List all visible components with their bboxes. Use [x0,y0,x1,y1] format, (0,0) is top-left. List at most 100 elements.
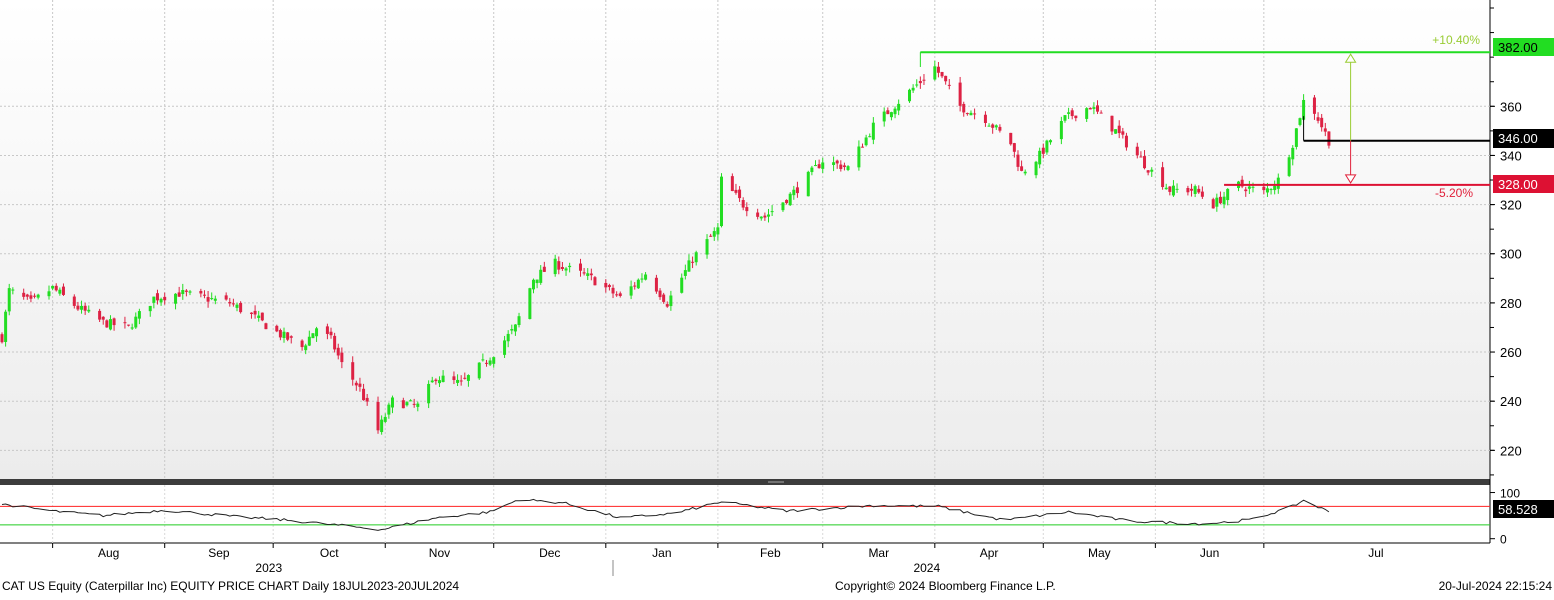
candle-down [1117,125,1121,134]
candle-up [427,383,431,404]
candle-up [705,239,709,255]
candle-up [7,288,11,312]
candle-down [1316,117,1320,121]
candle-down [785,199,789,204]
candle-up [174,293,178,304]
candle-down [1099,112,1103,114]
candle-up [11,289,15,291]
candle-up [235,304,239,308]
candle-up [868,136,872,138]
month-label: Feb [760,546,781,560]
candle-down [83,305,87,311]
candle-down [376,401,380,431]
candle-up [889,112,893,118]
candle-down [1197,188,1201,193]
candle-down [615,294,619,296]
month-label: Aug [98,546,119,560]
candle-up [640,278,644,280]
candle-up [553,258,557,275]
candle-down [362,388,366,401]
candle-up [1222,196,1226,205]
candle-down [633,285,637,287]
candle-down [734,189,738,193]
candle-up [814,165,818,167]
candle-up [492,357,496,364]
candle-down [998,126,1002,131]
candle-up [680,277,684,293]
candle-down [202,294,206,296]
candle-down [199,290,203,294]
candle-up [1171,185,1175,196]
candle-down [336,347,340,356]
candle-up [58,289,62,294]
candle-down [1135,146,1139,156]
candle-up [969,112,973,116]
high-level-label: 382.00 [1498,40,1538,55]
candle-up [188,291,192,293]
candle-down [253,310,257,315]
footer-timestamp: 20-Jul-2024 22:15:24 [1439,579,1553,593]
candle-down [1074,115,1078,119]
candle-up [911,87,915,91]
candle-up [466,375,470,381]
panel-splitter[interactable] [0,479,1490,485]
candle-up [806,171,810,197]
candle-down [289,336,293,338]
candle-down [358,383,362,387]
candle-up [257,315,261,318]
price-tick-label: 240 [1500,394,1522,409]
candle-up [1034,161,1038,176]
candle-down [434,379,438,382]
candle-down [604,282,608,288]
candle-down [101,316,105,320]
candle-up [629,286,633,296]
candle-down [239,302,243,313]
candle-up [1265,188,1269,193]
candle-up [517,316,521,325]
candle-down [842,165,846,168]
candle-down [1200,191,1204,197]
candle-up [1291,147,1295,160]
candle-up [383,416,387,422]
candle-down [1323,128,1327,132]
candle-up [159,298,163,303]
candle-down [839,164,843,169]
candle-up [387,404,391,415]
candle-down [944,75,948,82]
month-label: Sep [208,546,230,560]
candle-down [965,113,969,115]
candle-up [1067,112,1071,114]
candle-up [719,176,723,227]
candle-up [108,319,112,330]
candle-down [1139,156,1143,158]
candle-down [1186,188,1190,193]
candle-down [582,272,586,274]
candle-up [1092,107,1096,109]
candle-down [1012,143,1016,152]
candle-up [994,125,998,128]
candle-up [1045,140,1049,153]
candle-down [1320,117,1324,128]
candle-up [683,270,687,276]
down-percent-annotation: -5.20% [1435,186,1473,200]
price-tick-label: 220 [1500,443,1522,458]
candle-up [148,305,152,312]
candle-down [22,292,26,297]
candle-down [947,84,951,86]
candle-down [745,207,749,212]
candle-up [130,327,134,329]
candle-down [593,277,597,286]
candle-down [177,292,181,297]
month-label: Jul [1368,546,1383,560]
candle-up [477,362,481,379]
candle-down [618,293,622,296]
candle-up [1273,185,1277,191]
candle-down [1327,131,1331,146]
candle-down [611,287,615,294]
candle-down [286,332,290,340]
candle-up [759,216,763,219]
candle-down [452,376,456,381]
candle-down [1143,156,1147,169]
candle-up [506,333,510,342]
candle-up [987,125,991,127]
